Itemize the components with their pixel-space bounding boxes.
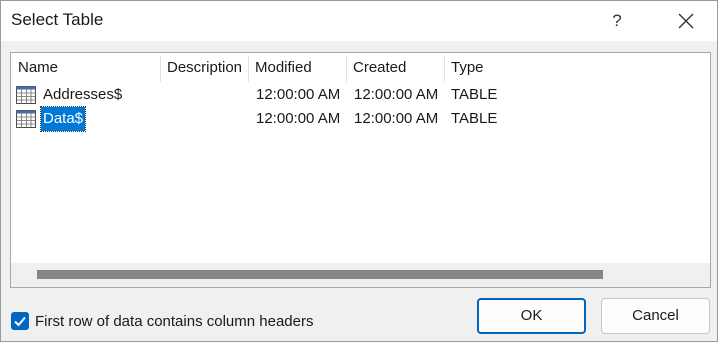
help-button[interactable]: ? — [601, 5, 633, 37]
row-created: 12:00:00 AM — [354, 110, 439, 127]
first-row-headers-label[interactable]: First row of data contains column header… — [35, 313, 313, 330]
row-name: Data$ — [39, 106, 87, 132]
select-table-dialog: Select Table ? Name Description Modified… — [0, 0, 718, 342]
title-bar: Select Table ? — [1, 1, 717, 41]
scrollbar-thumb[interactable] — [37, 270, 603, 279]
dialog-title: Select Table — [11, 10, 104, 29]
first-row-headers-checkbox[interactable] — [11, 312, 29, 330]
column-header-modified[interactable]: Modified — [248, 53, 346, 83]
ok-button[interactable]: OK — [477, 298, 586, 334]
table-list[interactable]: Name Description Modified Created Type A… — [10, 52, 711, 288]
close-button[interactable] — [667, 5, 705, 37]
row-type: TABLE — [451, 86, 498, 103]
list-header: Name Description Modified Created Type — [11, 53, 710, 83]
row-type: TABLE — [451, 110, 498, 127]
checkmark-icon — [14, 316, 26, 327]
column-header-created[interactable]: Created — [346, 53, 444, 83]
table-row[interactable]: Addresses$ 12:00:00 AM 12:00:00 AM TABLE — [11, 83, 710, 107]
close-icon — [678, 13, 694, 29]
column-header-name[interactable]: Name — [11, 53, 161, 83]
row-modified: 12:00:00 AM — [256, 86, 341, 103]
table-row[interactable]: Data$ 12:00:00 AM 12:00:00 AM TABLE — [11, 106, 710, 132]
horizontal-scrollbar[interactable] — [11, 263, 710, 287]
row-created: 12:00:00 AM — [354, 86, 439, 103]
cancel-button[interactable]: Cancel — [601, 298, 710, 334]
row-name: Addresses$ — [43, 86, 123, 103]
table-icon — [16, 110, 36, 128]
row-modified: 12:00:00 AM — [256, 110, 341, 127]
column-header-description[interactable]: Description — [160, 53, 248, 83]
table-icon — [16, 86, 36, 104]
column-header-type[interactable]: Type — [444, 53, 564, 83]
